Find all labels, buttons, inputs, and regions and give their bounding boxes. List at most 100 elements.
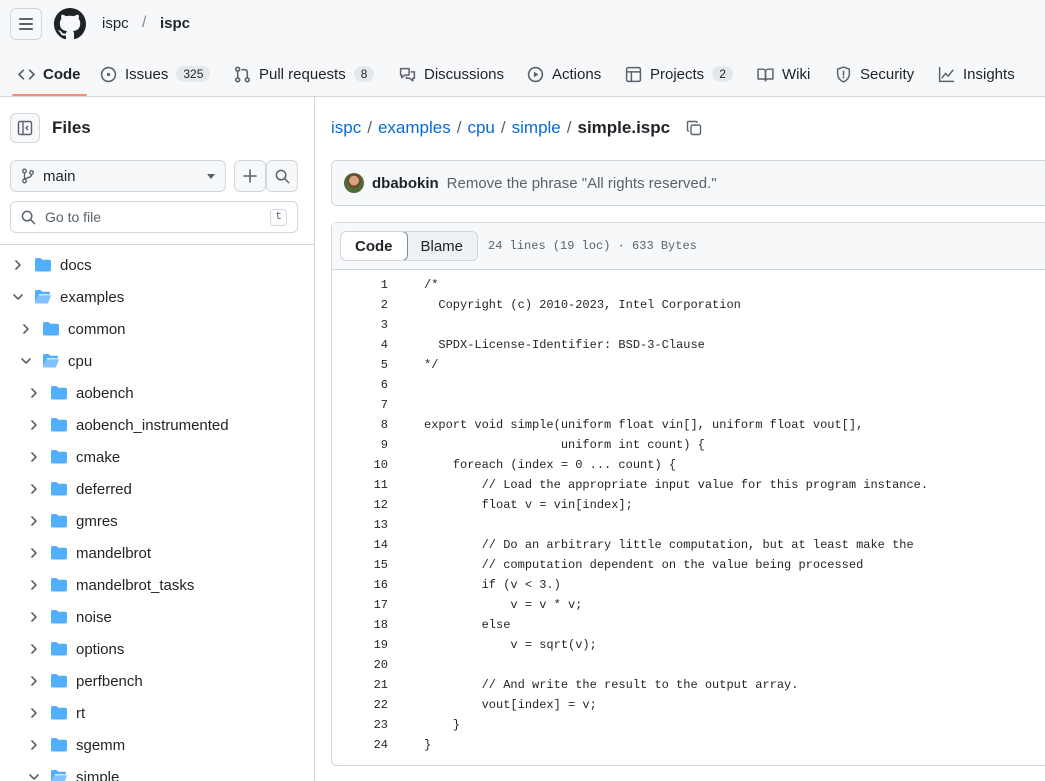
tree-item[interactable]: examples <box>0 281 314 313</box>
file-tree-sidebar: Files main Go to file t docs examples comm… <box>0 97 315 781</box>
tree-item[interactable]: deferred <box>0 473 314 505</box>
tree-item[interactable]: mandelbrot <box>0 537 314 569</box>
tree-item[interactable]: sgemm <box>0 729 314 761</box>
code-viewer: Code Blame 24 lines (19 loc) · 633 Bytes… <box>331 222 1045 766</box>
chevron-right-icon[interactable] <box>26 705 42 721</box>
breadcrumb-link[interactable]: simple <box>512 118 561 138</box>
code-line-text: // Load the appropriate input value for … <box>424 478 929 492</box>
tree-item-label: mandelbrot_tasks <box>76 576 195 594</box>
commit-message[interactable]: Remove the phrase "All rights reserved." <box>447 175 717 192</box>
search-files-button[interactable] <box>266 160 298 192</box>
tab-wiki[interactable]: Wiki <box>757 56 810 92</box>
line-number[interactable]: 22 <box>332 698 388 712</box>
tree-item[interactable]: perfbench <box>0 665 314 697</box>
owner-link[interactable]: ispc <box>102 15 129 32</box>
line-number[interactable]: 17 <box>332 598 388 612</box>
tab-discussions[interactable]: Discussions <box>399 56 504 92</box>
tree-item[interactable]: noise <box>0 601 314 633</box>
copy-icon[interactable] <box>686 120 702 136</box>
chevron-down-icon[interactable] <box>18 353 34 369</box>
line-number[interactable]: 21 <box>332 678 388 692</box>
add-file-button[interactable] <box>234 160 266 192</box>
line-number[interactable]: 18 <box>332 618 388 632</box>
line-number[interactable]: 7 <box>332 398 388 412</box>
code-line: 1 /* <box>332 275 1045 295</box>
line-number[interactable]: 2 <box>332 298 388 312</box>
tab-projects[interactable]: Projects 2 <box>625 56 733 92</box>
avatar[interactable] <box>344 173 364 193</box>
code-line: 14 // Do an arbitrary little computation… <box>332 535 1045 555</box>
line-number[interactable]: 10 <box>332 458 388 472</box>
go-to-file-placeholder: Go to file <box>45 209 102 225</box>
code-view-button[interactable]: Code <box>341 232 408 260</box>
breadcrumb-link[interactable]: cpu <box>467 118 494 138</box>
chevron-right-icon[interactable] <box>26 385 42 401</box>
chevron-right-icon[interactable] <box>26 673 42 689</box>
tree-item[interactable]: mandelbrot_tasks <box>0 569 314 601</box>
collapse-sidebar-icon[interactable] <box>10 113 40 143</box>
blame-view-button[interactable]: Blame <box>407 232 478 260</box>
tree-item[interactable]: docs <box>0 249 314 281</box>
branch-selector[interactable]: main <box>10 160 226 192</box>
chevron-right-icon[interactable] <box>26 545 42 561</box>
tab-pull-requests[interactable]: Pull requests 8 <box>234 56 375 92</box>
breadcrumb: ispc / examples / cpu / simple / simple.… <box>331 118 702 138</box>
tree-item[interactable]: options <box>0 633 314 665</box>
tree-item[interactable]: aobench_instrumented <box>0 409 314 441</box>
breadcrumb-link[interactable]: examples <box>378 118 451 138</box>
chevron-right-icon[interactable] <box>26 577 42 593</box>
chevron-right-icon[interactable] <box>26 609 42 625</box>
chevron-down-icon[interactable] <box>10 289 26 305</box>
code-line: 2 Copyright (c) 2010-2023, Intel Corpora… <box>332 295 1045 315</box>
line-number[interactable]: 3 <box>332 318 388 332</box>
line-number[interactable]: 9 <box>332 438 388 452</box>
chevron-right-icon[interactable] <box>26 417 42 433</box>
tab-code[interactable]: Code <box>12 56 86 96</box>
breadcrumb-link[interactable]: ispc <box>331 118 361 138</box>
tree-item[interactable]: rt <box>0 697 314 729</box>
line-number[interactable]: 15 <box>332 558 388 572</box>
line-number[interactable]: 23 <box>332 718 388 732</box>
line-number[interactable]: 16 <box>332 578 388 592</box>
line-number[interactable]: 11 <box>332 478 388 492</box>
menu-icon[interactable] <box>10 8 42 40</box>
line-number[interactable]: 5 <box>332 358 388 372</box>
tree-item[interactable]: common <box>0 313 314 345</box>
line-number[interactable]: 6 <box>332 378 388 392</box>
chevron-down-icon[interactable] <box>26 769 42 781</box>
tree-item[interactable]: cmake <box>0 441 314 473</box>
line-number[interactable]: 20 <box>332 658 388 672</box>
commit-author[interactable]: dbabokin <box>372 175 439 192</box>
line-number[interactable]: 14 <box>332 538 388 552</box>
chevron-right-icon[interactable] <box>26 513 42 529</box>
line-number[interactable]: 13 <box>332 518 388 532</box>
code-line-text: v = v * v; <box>424 598 583 612</box>
tree-item[interactable]: cpu <box>0 345 314 377</box>
code-line: 8 export void simple(uniform float vin[],… <box>332 415 1045 435</box>
line-number[interactable]: 19 <box>332 638 388 652</box>
tab-issues[interactable]: Issues 325 <box>100 56 211 92</box>
chevron-right-icon[interactable] <box>26 481 42 497</box>
repo-link[interactable]: ispc <box>160 15 190 32</box>
tree-item[interactable]: gmres <box>0 505 314 537</box>
chevron-right-icon[interactable] <box>18 321 34 337</box>
code-icon <box>18 68 35 80</box>
line-number[interactable]: 12 <box>332 498 388 512</box>
tab-insights[interactable]: Insights <box>938 56 1015 92</box>
chevron-right-icon[interactable] <box>26 737 42 753</box>
tab-actions[interactable]: Actions <box>527 56 601 92</box>
tab-security[interactable]: Security <box>835 56 914 92</box>
chevron-right-icon[interactable] <box>10 257 26 273</box>
chevron-right-icon[interactable] <box>26 641 42 657</box>
line-number[interactable]: 4 <box>332 338 388 352</box>
tree-item-label: perfbench <box>76 672 143 690</box>
line-number[interactable]: 24 <box>332 738 388 752</box>
tree-item[interactable]: simple <box>0 761 314 781</box>
tree-item-label: aobench_instrumented <box>76 416 229 434</box>
line-number[interactable]: 8 <box>332 418 388 432</box>
github-logo-icon[interactable] <box>54 8 86 40</box>
chevron-right-icon[interactable] <box>26 449 42 465</box>
go-to-file-input[interactable]: Go to file t <box>10 201 298 233</box>
line-number[interactable]: 1 <box>332 278 388 292</box>
tree-item[interactable]: aobench <box>0 377 314 409</box>
